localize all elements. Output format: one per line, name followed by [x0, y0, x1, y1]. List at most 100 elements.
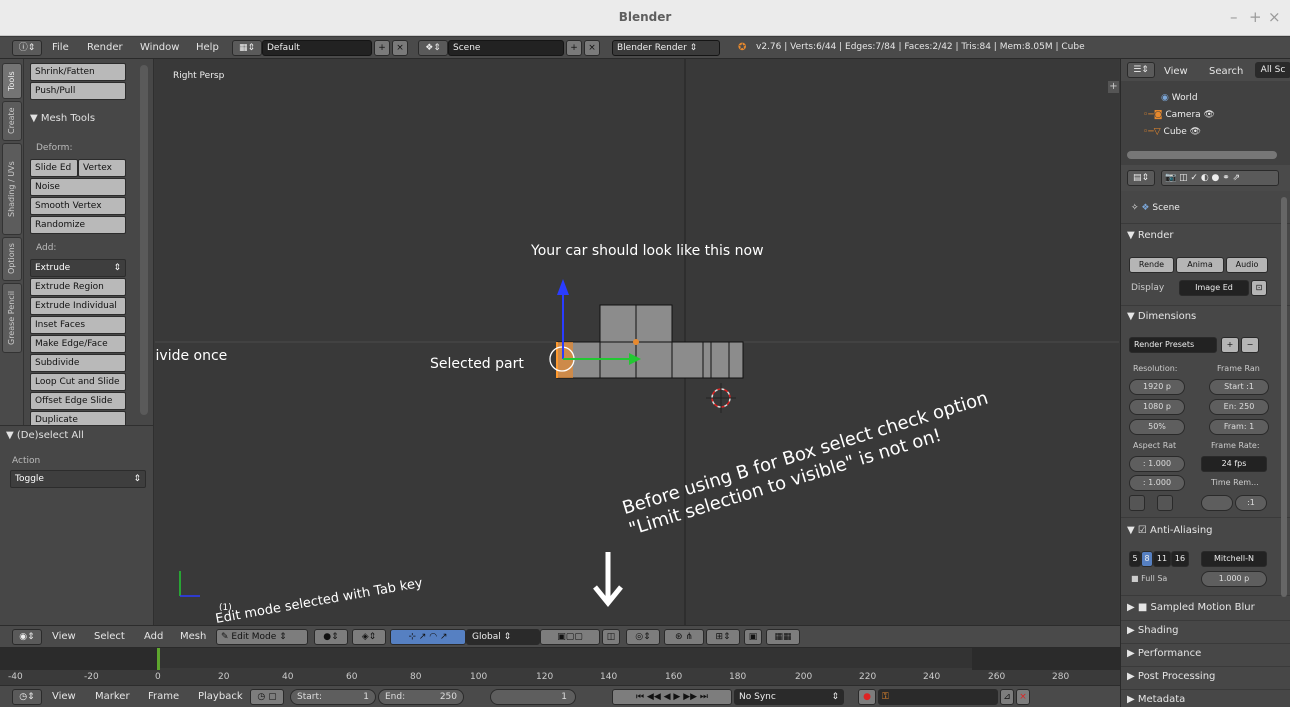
- display-select[interactable]: Image Ed: [1179, 280, 1249, 296]
- shading-section-header[interactable]: ▶ Shading: [1127, 622, 1282, 640]
- frame-end-field[interactable]: En: 250: [1209, 399, 1269, 415]
- time-remap-new-field[interactable]: :1: [1235, 495, 1267, 511]
- border-toggle[interactable]: [1129, 495, 1145, 511]
- minimize-button[interactable]: –: [1230, 8, 1238, 26]
- opengl-render-button[interactable]: ▣: [744, 629, 762, 645]
- render-section-header[interactable]: ▼ Render: [1127, 227, 1282, 245]
- render-engine-select[interactable]: Blender Render ⇕: [612, 40, 720, 56]
- tab-grease-pencil[interactable]: Grease Pencil: [2, 283, 22, 353]
- outliner-scrollbar[interactable]: [1127, 151, 1277, 159]
- view3d-menu-select[interactable]: Select: [94, 631, 125, 642]
- operator-header[interactable]: ▼ (De)select All: [6, 430, 84, 441]
- anti-aliasing-section-header[interactable]: ▼ ☑ Anti-Aliasing: [1127, 522, 1282, 540]
- 3d-viewport[interactable]: Right Persp Your car should look like th…: [155, 59, 1119, 625]
- noise-button[interactable]: Noise: [30, 178, 126, 196]
- resolution-x-field[interactable]: 1920 p: [1129, 379, 1185, 395]
- snap-element-select[interactable]: ⊞⇕: [706, 629, 740, 645]
- post-processing-section-header[interactable]: ▶ Post Processing: [1127, 668, 1282, 686]
- layout-type-button[interactable]: ▦⇕: [232, 40, 262, 56]
- make-edge-face-button[interactable]: Make Edge/Face: [30, 335, 126, 353]
- mesh-tools-panel-header[interactable]: ▼ Mesh Tools: [30, 113, 148, 124]
- performance-section-header[interactable]: ▶ Performance: [1127, 645, 1282, 663]
- properties-scrollbar[interactable]: [1281, 197, 1287, 597]
- layout-field[interactable]: Default: [262, 40, 372, 56]
- add-preset-button[interactable]: +: [1221, 337, 1239, 353]
- aa-samples-8[interactable]: 8: [1141, 551, 1153, 567]
- aa-samples-16[interactable]: 16: [1171, 551, 1189, 567]
- timeline-menu-view[interactable]: View: [52, 691, 76, 702]
- add-scene-button[interactable]: +: [566, 40, 582, 56]
- timeline-type-button[interactable]: ◷⇕: [12, 689, 42, 705]
- add-layout-button[interactable]: +: [374, 40, 390, 56]
- offset-edge-slide-button[interactable]: Offset Edge Slide: [30, 392, 126, 410]
- full-sample-checkbox[interactable]: ■ Full Sa: [1131, 574, 1167, 583]
- delete-keyframe-button[interactable]: ×: [1016, 689, 1030, 705]
- randomize-button[interactable]: Randomize: [30, 216, 126, 234]
- editor-type-button[interactable]: ⓘ⇕: [12, 40, 42, 56]
- 3d-view-type-button[interactable]: ◉⇕: [12, 629, 42, 645]
- extrude-select[interactable]: Extrude ⇕: [30, 259, 126, 277]
- current-frame-field[interactable]: 1: [490, 689, 576, 705]
- inset-faces-button[interactable]: Inset Faces: [30, 316, 126, 334]
- smooth-vertex-button[interactable]: Smooth Vertex: [30, 197, 126, 215]
- outliner-menu-view[interactable]: View: [1164, 66, 1188, 77]
- subdivide-button[interactable]: Subdivide: [30, 354, 126, 372]
- menu-render[interactable]: Render: [87, 42, 123, 53]
- pin-icon[interactable]: ✧: [1131, 203, 1139, 213]
- render-audio-button[interactable]: Audio: [1226, 257, 1268, 273]
- checkbox-icon[interactable]: ☑: [1138, 525, 1147, 536]
- record-button[interactable]: ●: [858, 689, 876, 705]
- playback-controls[interactable]: ⏮ ◀◀ ◀ ▶ ▶▶ ⏭: [612, 689, 732, 705]
- push-pull-button[interactable]: Push/Pull: [30, 82, 126, 100]
- extrude-region-button[interactable]: Extrude Region: [30, 278, 126, 296]
- remove-layout-button[interactable]: ×: [392, 40, 408, 56]
- checkbox-icon[interactable]: ■: [1138, 602, 1147, 613]
- tab-tools[interactable]: Tools: [2, 63, 22, 99]
- keying-set-field[interactable]: ⚿: [878, 689, 998, 705]
- timeline-menu-playback[interactable]: Playback: [198, 691, 243, 702]
- opengl-anim-button[interactable]: ▦▦: [766, 629, 800, 645]
- scene-field[interactable]: Scene: [448, 40, 564, 56]
- aa-samples-5[interactable]: 5: [1129, 551, 1141, 567]
- render-still-button[interactable]: Rende: [1129, 257, 1174, 273]
- start-frame-field[interactable]: Start: 1: [290, 689, 376, 705]
- metadata-section-header[interactable]: ▶ Metadata: [1127, 691, 1282, 707]
- sampled-motion-blur-header[interactable]: ▶ ■ Sampled Motion Blur: [1127, 599, 1282, 617]
- aspect-x-field[interactable]: : 1.000: [1129, 456, 1185, 472]
- resolution-percent-field[interactable]: 50%: [1129, 419, 1185, 435]
- outliner-item-cube[interactable]: ◦─▽ Cube 👁: [1143, 127, 1201, 137]
- end-frame-field[interactable]: End: 250: [378, 689, 464, 705]
- snap-toggle[interactable]: ⊛ ⋔: [664, 629, 704, 645]
- resolution-y-field[interactable]: 1080 p: [1129, 399, 1185, 415]
- timeline-menu-frame[interactable]: Frame: [148, 691, 179, 702]
- tab-create[interactable]: Create: [2, 101, 22, 141]
- shrink-fatten-button[interactable]: Shrink/Fatten: [30, 63, 126, 81]
- proportional-edit-select[interactable]: ◎⇕: [626, 629, 660, 645]
- frame-rate-select[interactable]: 24 fps: [1201, 456, 1267, 472]
- outliner-filter-select[interactable]: All Sc: [1255, 62, 1290, 78]
- context-tabs[interactable]: 📷 ◫ ✓ ◐ ● ⚭ ⇗: [1161, 170, 1279, 186]
- toolshelf-scrollbar[interactable]: [140, 65, 148, 415]
- aa-filter-select[interactable]: Mitchell-N: [1201, 551, 1267, 567]
- view3d-menu-mesh[interactable]: Mesh: [180, 631, 206, 642]
- dimensions-section-header[interactable]: ▼ Dimensions: [1127, 308, 1282, 326]
- aa-samples-11[interactable]: 11: [1153, 551, 1171, 567]
- properties-type-button[interactable]: ▤⇕: [1127, 170, 1155, 186]
- extrude-individual-button[interactable]: Extrude Individual: [30, 297, 126, 315]
- outliner-type-button[interactable]: ☰⇕: [1127, 62, 1155, 78]
- aspect-y-field[interactable]: : 1.000: [1129, 475, 1185, 491]
- time-remap-old-field[interactable]: [1201, 495, 1233, 511]
- current-frame-indicator[interactable]: [157, 648, 160, 670]
- preview-range-toggle[interactable]: ◷ ▢: [250, 689, 284, 705]
- outliner-item-world[interactable]: ◉ World: [1161, 93, 1198, 103]
- view3d-menu-add[interactable]: Add: [144, 631, 163, 642]
- render-animation-button[interactable]: Anima: [1176, 257, 1224, 273]
- insert-keyframe-button[interactable]: ⊿: [1000, 689, 1014, 705]
- mode-select[interactable]: ✎ Edit Mode ⇕: [216, 629, 308, 645]
- tab-shading-uvs[interactable]: Shading / UVs: [2, 143, 22, 235]
- eye-icon[interactable]: 👁: [1204, 110, 1215, 120]
- sync-mode-select[interactable]: No Sync ⇕: [734, 689, 844, 705]
- manipulator-toggles[interactable]: ⊹ ↗ ◠ ↗: [390, 629, 466, 645]
- viewport-shading-select[interactable]: ●⇕: [314, 629, 348, 645]
- pivot-point-select[interactable]: ◈⇕: [352, 629, 386, 645]
